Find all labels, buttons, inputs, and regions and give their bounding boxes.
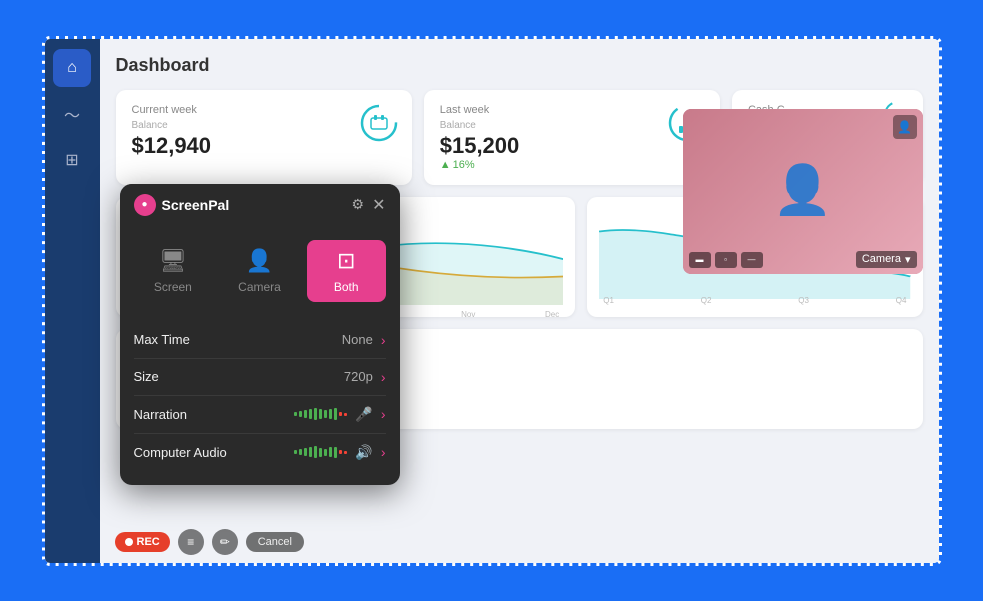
narration-mic-icon: 🎤 (355, 406, 372, 423)
size-row[interactable]: Size 720p › (134, 359, 386, 396)
rec-label: REC (137, 536, 160, 548)
mode-selector: 🖥 Screen 👤 Camera ⊡ Both (120, 226, 400, 316)
screen-label: Screen (154, 280, 192, 294)
settings-gear-icon[interactable]: ⚙ (352, 196, 365, 213)
cancel-button[interactable]: Cancel (246, 532, 304, 552)
camera-mode-label: Camera (238, 280, 281, 294)
camera-dropdown-arrow: ▾ (905, 253, 911, 266)
axis-q1: Q1 (603, 296, 614, 305)
current-week-sublabel: Balance (132, 120, 396, 131)
page-title: Dashboard (116, 55, 923, 76)
size-label: Size (134, 369, 159, 384)
computer-audio-right: 🔊 › (294, 444, 385, 461)
last-week-card: Last week Balance $15,200 ▲ 16% (424, 90, 720, 185)
current-week-value: $12,940 (132, 133, 396, 159)
person-silhouette: 👤 (773, 167, 833, 215)
both-label: Both (334, 280, 359, 294)
narration-label: Narration (134, 407, 187, 422)
narration-audio-bars (294, 408, 347, 420)
computer-audio-bars (294, 446, 347, 458)
camera-controls: ▬ ▫ — (689, 252, 763, 268)
max-time-chevron: › (381, 332, 386, 348)
camera-mode-icon: 👤 (246, 248, 273, 274)
current-week-card: Current week Balance $12,940 (116, 90, 412, 185)
camera-minimize-btn[interactable]: — (741, 252, 763, 268)
toolbar-list-icon[interactable]: ≡ (178, 529, 204, 555)
camera-preview: 👤 👤 ▬ ▫ — Camera ▾ (683, 109, 923, 274)
mode-camera-btn[interactable]: 👤 Camera (220, 240, 299, 302)
camera-user-icon: 👤 (893, 115, 917, 139)
camera-fullscreen-btn[interactable]: ▬ (689, 252, 711, 268)
size-value: 720p (344, 369, 373, 384)
screenpal-title: ScreenPal (162, 197, 230, 213)
size-chevron: › (381, 369, 386, 385)
sidebar-item-chart[interactable]: 〜 (53, 95, 91, 133)
mode-screen-btn[interactable]: 🖥 Screen (134, 240, 213, 302)
max-time-value: None (342, 332, 373, 347)
last-week-label: Last week (440, 104, 704, 116)
modal-header-buttons: ⚙ ✕ (352, 195, 386, 215)
last-week-change: ▲ 16% (440, 159, 704, 171)
computer-audio-label: Computer Audio (134, 445, 227, 460)
modal-header: ● ScreenPal ⚙ ✕ (120, 184, 400, 226)
current-week-label: Current week (132, 104, 396, 116)
screenpal-modal: ● ScreenPal ⚙ ✕ 🖥 Screen 👤 Camera ⊡ Both (120, 184, 400, 485)
computer-audio-row[interactable]: Computer Audio (134, 434, 386, 471)
camera-normal-btn[interactable]: ▫ (715, 252, 737, 268)
sidebar: ⌂ 〜 ⊞ (45, 39, 100, 563)
axis-q2: Q2 (701, 296, 712, 305)
settings-section: Max Time None › Size 720p › Narration (120, 316, 400, 485)
screenpal-logo-icon: ● (134, 194, 156, 216)
main-frame: ⌂ 〜 ⊞ Dashboard Current week Balance $12… (42, 36, 942, 566)
last-week-value: $15,200 (440, 133, 704, 159)
sidebar-item-home[interactable]: ⌂ (53, 49, 91, 87)
close-icon[interactable]: ✕ (372, 195, 385, 215)
max-time-row[interactable]: Max Time None › (134, 322, 386, 359)
sidebar-item-grid[interactable]: ⊞ (53, 141, 91, 179)
current-week-icon (360, 104, 398, 148)
axis-q3: Q3 (798, 296, 809, 305)
computer-audio-speaker-icon: 🔊 (355, 444, 372, 461)
chart-label-dec: Dec (545, 310, 559, 317)
narration-row[interactable]: Narration (134, 396, 386, 434)
rec-button[interactable]: REC (115, 532, 170, 552)
narration-right: 🎤 › (294, 406, 385, 423)
rec-indicator (125, 538, 133, 546)
mode-both-btn[interactable]: ⊡ Both (307, 240, 386, 302)
camera-bg: 👤 (683, 109, 923, 274)
narration-chevron: › (381, 406, 386, 422)
max-time-right: None › (342, 332, 386, 348)
max-time-label: Max Time (134, 332, 190, 347)
bottom-toolbar: REC ≡ ✏ Cancel (115, 529, 304, 555)
screenpal-logo: ● ScreenPal (134, 194, 230, 216)
camera-label[interactable]: Camera ▾ (856, 251, 917, 268)
size-right: 720p › (344, 369, 386, 385)
chart-label-nov: Nov (461, 310, 475, 317)
toolbar-draw-icon[interactable]: ✏ (212, 529, 238, 555)
both-icon: ⊡ (337, 248, 355, 274)
axis-q4: Q4 (896, 296, 907, 305)
last-week-sublabel: Balance (440, 120, 704, 131)
screen-icon: 🖥 (159, 248, 187, 274)
computer-audio-chevron: › (381, 444, 386, 460)
